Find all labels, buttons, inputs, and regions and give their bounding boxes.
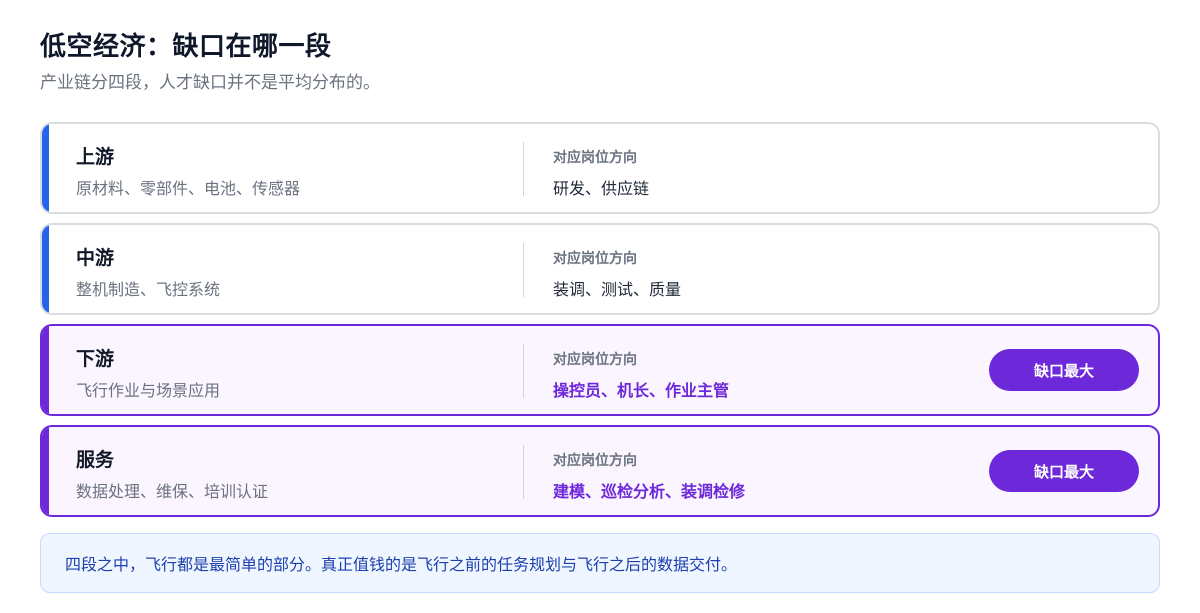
accent-bar [42, 427, 49, 515]
segment-card-midstream: 中游 整机制造、飞控系统 对应岗位方向 装调、测试、质量 [40, 223, 1160, 315]
roles-value: 研发、供应链 [553, 179, 650, 198]
gap-badge: 缺口最大 [989, 349, 1139, 391]
segment-desc: 飞行作业与场景应用 [76, 381, 221, 400]
segment-name: 服务 [76, 449, 115, 471]
roles-label: 对应岗位方向 [553, 150, 637, 166]
insight-note: 四段之中，飞行都是最简单的部分。真正值钱的是飞行之前的任务规划与飞行之后的数据交… [40, 533, 1160, 593]
segment-desc: 数据处理、维保、培训认证 [76, 482, 269, 501]
divider [523, 142, 524, 196]
roles-value: 装调、测试、质量 [553, 280, 682, 299]
accent-bar [42, 124, 49, 212]
roles-label: 对应岗位方向 [553, 453, 637, 469]
slide: 低空经济：缺口在哪一段 产业链分四段，人才缺口并不是平均分布的。 上游 原材料、… [0, 0, 1200, 613]
segment-name: 中游 [76, 247, 115, 269]
page-subtitle: 产业链分四段，人才缺口并不是平均分布的。 [40, 73, 380, 93]
divider [523, 344, 524, 398]
roles-label: 对应岗位方向 [553, 352, 637, 368]
page-title: 低空经济：缺口在哪一段 [40, 32, 332, 62]
divider [523, 445, 524, 499]
divider [523, 243, 524, 297]
roles-value: 操控员、机长、作业主管 [553, 381, 730, 400]
segment-name: 下游 [76, 348, 115, 370]
segment-card-downstream: 下游 飞行作业与场景应用 对应岗位方向 操控员、机长、作业主管 缺口最大 [40, 324, 1160, 416]
accent-bar [42, 225, 49, 313]
segment-desc: 原材料、零部件、电池、传感器 [76, 179, 301, 198]
gap-badge: 缺口最大 [989, 450, 1139, 492]
roles-value: 建模、巡检分析、装调检修 [553, 482, 746, 501]
segment-card-upstream: 上游 原材料、零部件、电池、传感器 对应岗位方向 研发、供应链 [40, 122, 1160, 214]
roles-label: 对应岗位方向 [553, 251, 637, 267]
segment-desc: 整机制造、飞控系统 [76, 280, 221, 299]
segment-card-service: 服务 数据处理、维保、培训认证 对应岗位方向 建模、巡检分析、装调检修 缺口最大 [40, 425, 1160, 517]
accent-bar [42, 326, 49, 414]
segment-name: 上游 [76, 146, 115, 168]
